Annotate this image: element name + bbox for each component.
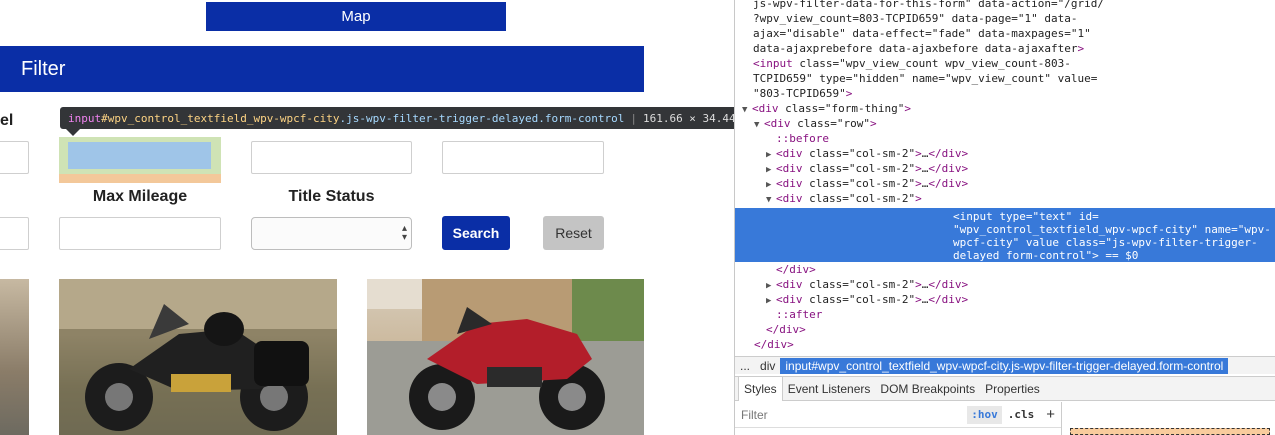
filter-title: Filter xyxy=(21,57,66,80)
dom-line[interactable]: ajax="disable" data-effect="fade" data-m… xyxy=(735,26,1275,41)
elements-dom-tree[interactable]: js-wpv-filter-data-for-this-form" data-a… xyxy=(735,0,1275,356)
title-status-select[interactable]: ▴ ▾ xyxy=(251,217,412,250)
tooltip-tag: input xyxy=(68,111,102,125)
max-mileage-input[interactable] xyxy=(59,217,221,250)
dom-line[interactable]: ▶ <div class="col-sm-2">…</div> xyxy=(735,161,1275,176)
listing-photo-motorcycle-black[interactable] xyxy=(59,279,337,435)
listing-photo-motorcycle-red[interactable] xyxy=(367,279,644,435)
selected-dom-line: "wpv_control_textfield_wpv-wpcf-city" na… xyxy=(953,223,1271,236)
dom-line[interactable]: "803-TCPID659"> xyxy=(735,86,1275,101)
dom-line[interactable]: data-ajaxprebefore data-ajaxbefore data-… xyxy=(735,41,1275,56)
dom-line[interactable]: ▶ <div class="col-sm-2">…</div> xyxy=(735,146,1275,161)
tooltip-id: #wpv_control_textfield_wpv-wpcf-city xyxy=(101,111,340,125)
dom-line[interactable]: ▶ <div class="col-sm-2">…</div> xyxy=(735,176,1275,191)
dom-line[interactable]: <input class="wpv_view_count wpv_view_co… xyxy=(735,56,1275,71)
styles-filter-input[interactable]: Filter xyxy=(735,408,967,422)
selected-dom-line: delayed form-control"> == $0 xyxy=(953,249,1139,262)
styles-filter-bar: Filter :hov .cls + xyxy=(735,402,1061,428)
text-field-col3[interactable] xyxy=(251,141,412,174)
partial-field-label: el xyxy=(0,112,14,129)
dom-line[interactable]: ▶ <div class="col-sm-2">…</div> xyxy=(735,277,1275,292)
dom-line[interactable]: ▼ <div class="col-sm-2"> xyxy=(735,191,1275,206)
element-inspect-tooltip: input #wpv_control_textfield_wpv-wpcf-cit… xyxy=(60,107,734,129)
devtools-panel: js-wpv-filter-data-for-this-form" data-a… xyxy=(734,0,1275,435)
text-field-partial-bottom[interactable] xyxy=(0,217,29,250)
tab-styles[interactable]: Styles xyxy=(738,376,783,401)
dom-line[interactable]: js-wpv-filter-data-for-this-form" data-a… xyxy=(735,0,1275,11)
text-field-col4[interactable] xyxy=(442,141,604,174)
dom-line[interactable]: </div> xyxy=(735,337,1275,352)
dom-line[interactable]: </div> xyxy=(735,262,1275,277)
tab-dom-breakpoints[interactable]: DOM Breakpoints xyxy=(875,377,980,401)
hover-state-toggle[interactable]: :hov xyxy=(967,405,1002,424)
tab-event-listeners[interactable]: Event Listeners xyxy=(783,377,876,401)
dom-line[interactable]: ▼ <div class="row"> xyxy=(735,116,1275,131)
breadcrumb-input[interactable]: input#wpv_control_textfield_wpv-wpcf-cit… xyxy=(780,357,1229,374)
dom-line[interactable]: ::before xyxy=(735,131,1275,146)
breadcrumb-div[interactable]: div xyxy=(755,359,780,373)
dom-line[interactable]: ▼ <div class="form-thing"> xyxy=(735,101,1275,116)
filter-header: Filter xyxy=(0,46,644,92)
sidebar-tabs: Styles Event Listeners DOM Breakpoints P… xyxy=(735,376,1275,401)
dom-line[interactable]: TCPID659" type="hidden" name="wpv_view_c… xyxy=(735,71,1275,86)
tooltip-dimensions: 161.66 × 34.44 xyxy=(642,111,734,125)
web-page-viewport: Map Filter el Max Mileage Title Status ▴… xyxy=(0,0,734,435)
reset-button[interactable]: Reset xyxy=(543,216,604,250)
dom-line[interactable]: </div> xyxy=(735,322,1275,337)
pane-divider[interactable] xyxy=(1061,402,1062,435)
class-toggle[interactable]: .cls xyxy=(1002,408,1041,421)
breadcrumb-ellipsis[interactable]: ... xyxy=(735,359,755,373)
text-field-partial-top[interactable] xyxy=(0,141,29,174)
city-input-highlighted[interactable] xyxy=(68,142,211,169)
select-arrows-icon: ▴ ▾ xyxy=(401,223,407,243)
selected-dom-line: <input type="text" id= xyxy=(953,210,1099,223)
dom-breadcrumb: ... div input#wpv_control_textfield_wpv-… xyxy=(735,356,1275,374)
selected-dom-node[interactable]: <input type="text" id= "wpv_control_textf… xyxy=(735,208,1275,262)
tooltip-classes: .js-wpv-filter-trigger-delayed.form-cont… xyxy=(339,111,625,125)
search-button[interactable]: Search xyxy=(442,216,510,250)
listing-photo-partial[interactable] xyxy=(0,279,29,435)
max-mileage-label: Max Mileage xyxy=(92,188,188,205)
box-model-preview xyxy=(1070,428,1270,435)
new-style-rule-icon[interactable]: + xyxy=(1040,406,1061,423)
tab-properties[interactable]: Properties xyxy=(980,377,1045,401)
map-button[interactable]: Map xyxy=(206,2,506,31)
dom-line[interactable]: ▶ <div class="col-sm-2">…</div> xyxy=(735,292,1275,307)
motorcycle-black-image xyxy=(59,279,337,435)
selected-dom-line: wpcf-city" value class="js-wpv-filter-tr… xyxy=(953,236,1258,249)
dom-line[interactable]: ::after xyxy=(735,307,1275,322)
title-status-label: Title Status xyxy=(288,188,375,205)
dom-line[interactable]: ?wpv_view_count=803-TCPID659" data-page=… xyxy=(735,11,1275,26)
motorcycle-red-image xyxy=(367,279,644,435)
tooltip-arrow xyxy=(66,129,80,136)
